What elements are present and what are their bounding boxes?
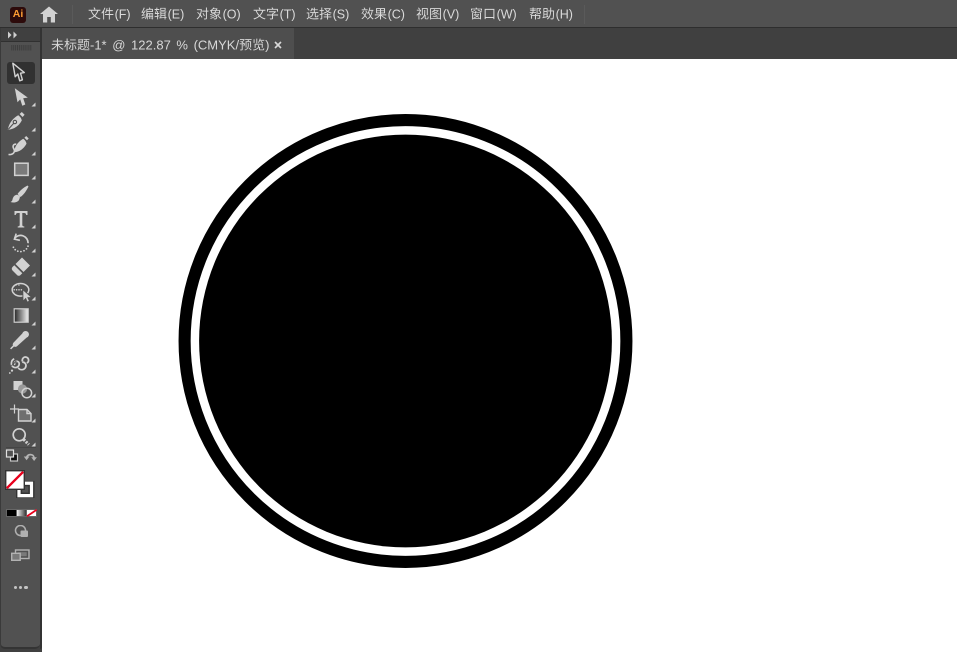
svg-text:(T): (T) <box>280 7 296 21</box>
svg-text:(H): (H) <box>555 7 572 21</box>
svg-text:(F): (F) <box>115 7 131 21</box>
svg-text:-1* @ 122.87 % (CMYK/: -1* @ 122.87 % (CMYK/ <box>90 37 239 52</box>
svg-text:): ) <box>265 37 269 52</box>
svg-text:(V): (V) <box>442 7 459 21</box>
svg-text:(S): (S) <box>333 7 350 21</box>
svg-text:(C): (C) <box>387 7 404 21</box>
svg-text:(W): (W) <box>497 7 517 21</box>
svg-text:(E): (E) <box>168 7 185 21</box>
svg-text:(O): (O) <box>222 7 240 21</box>
